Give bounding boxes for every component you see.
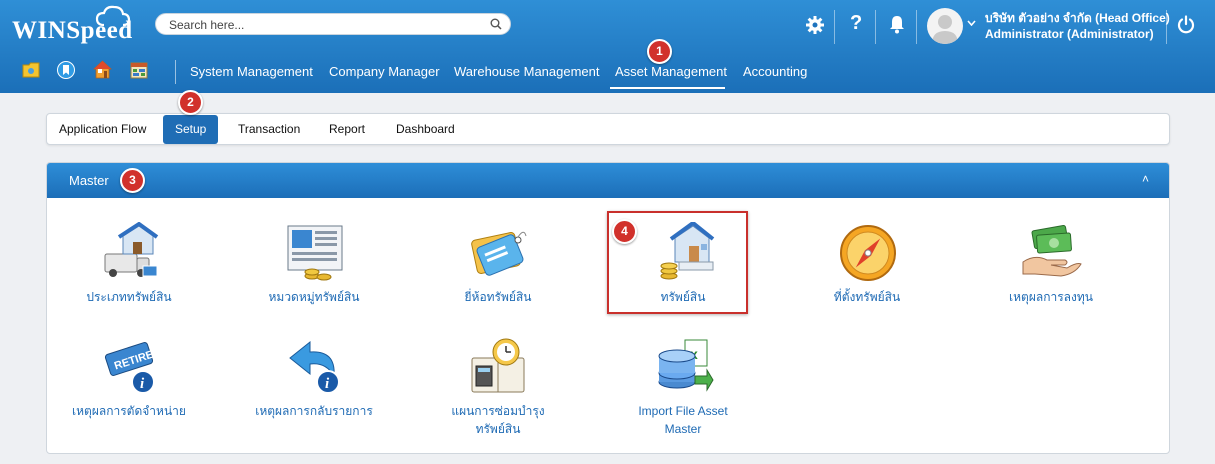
tile-label-line2: ทรัพย์สิน	[475, 422, 521, 436]
tab-setup[interactable]: Setup	[163, 115, 219, 144]
asset-category-icon	[287, 225, 343, 281]
avatar[interactable]	[927, 8, 963, 44]
menu-divider	[175, 60, 176, 84]
tile-label-line1: แผนการซ่อมบำรุง	[451, 404, 545, 418]
power-icon[interactable]	[1177, 15, 1195, 34]
menu-accounting[interactable]: Accounting	[743, 64, 807, 79]
tile-label: เหตุผลการกลับรายการ	[255, 404, 373, 418]
step-badge: 3	[120, 168, 145, 193]
tile-label: ประเภททรัพย์สิน	[86, 290, 172, 304]
reverse-arrow-icon: i	[289, 340, 340, 394]
top-bar: WINSpeed ?	[0, 0, 1215, 93]
step-badge: 1	[647, 39, 672, 64]
collapse-icon[interactable]: ˄	[1142, 172, 1149, 186]
tab-transaction[interactable]: Transaction	[238, 114, 300, 144]
divider	[875, 10, 876, 44]
cloud-logo-icon	[95, 5, 131, 27]
menu-system-management[interactable]: System Management	[190, 64, 313, 79]
tab-report[interactable]: Report	[329, 114, 365, 144]
menu-company-manager[interactable]: Company Manager	[329, 64, 440, 79]
chevron-down-icon[interactable]	[967, 20, 976, 26]
step-badge: 4	[612, 219, 637, 244]
search-box[interactable]	[155, 13, 511, 35]
asset-brand-tag-icon	[471, 231, 527, 276]
tile-label: ยี่ห้อทรัพย์สิน	[464, 290, 532, 304]
user-silhouette-icon	[932, 15, 958, 44]
tile-label: เหตุผลการลงทุน	[1009, 290, 1093, 304]
compass-icon	[840, 225, 896, 281]
asset-type-icon	[104, 222, 159, 277]
tile-label: ที่ตั้งทรัพย์สิน	[833, 290, 901, 304]
divider	[916, 10, 917, 44]
company-info: บริษัท ตัวอย่าง จำกัด (Head Office) Admi…	[985, 10, 1170, 42]
tile-label-line2: Master	[664, 422, 702, 436]
menu-asset-management[interactable]: Asset Management	[615, 64, 727, 79]
tile-label-line1: Import File Asset	[638, 404, 728, 418]
excel-database-icon: x	[658, 339, 714, 392]
help-icon[interactable]: ?	[850, 12, 862, 35]
menu-warehouse-management[interactable]: Warehouse Management	[454, 64, 600, 79]
menu-active-indicator	[610, 87, 725, 89]
home-icon[interactable]	[93, 60, 112, 79]
retire-sign-icon: RETIRE i	[104, 342, 155, 394]
money-hand-icon	[1022, 225, 1082, 277]
gear-icon[interactable]	[805, 14, 825, 36]
panel-title: Master	[69, 173, 109, 188]
bookmark-icon[interactable]	[57, 61, 75, 79]
search-input[interactable]	[167, 17, 481, 33]
tab-application-flow[interactable]: Application Flow	[59, 114, 146, 144]
subtab-bar: Application Flow Setup Transaction Repor…	[46, 113, 1170, 145]
maintenance-plan-icon	[471, 338, 525, 393]
folder-icon[interactable]	[22, 62, 40, 78]
search-icon[interactable]	[490, 18, 502, 30]
divider	[834, 10, 835, 44]
dashboard-icon[interactable]	[130, 62, 148, 79]
step-badge: 2	[178, 90, 203, 115]
user-name: Administrator (Administrator)	[985, 27, 1154, 41]
tile-label: เหตุผลการตัดจำหน่าย	[72, 404, 186, 418]
tab-dashboard[interactable]: Dashboard	[396, 114, 455, 144]
tile-label: หมวดหมู่ทรัพย์สิน	[268, 290, 360, 304]
panel-header[interactable]: Master ˄	[47, 163, 1169, 198]
company-name: บริษัท ตัวอย่าง จำกัด (Head Office)	[985, 11, 1170, 25]
bell-icon[interactable]	[888, 14, 906, 34]
divider	[1166, 10, 1167, 44]
